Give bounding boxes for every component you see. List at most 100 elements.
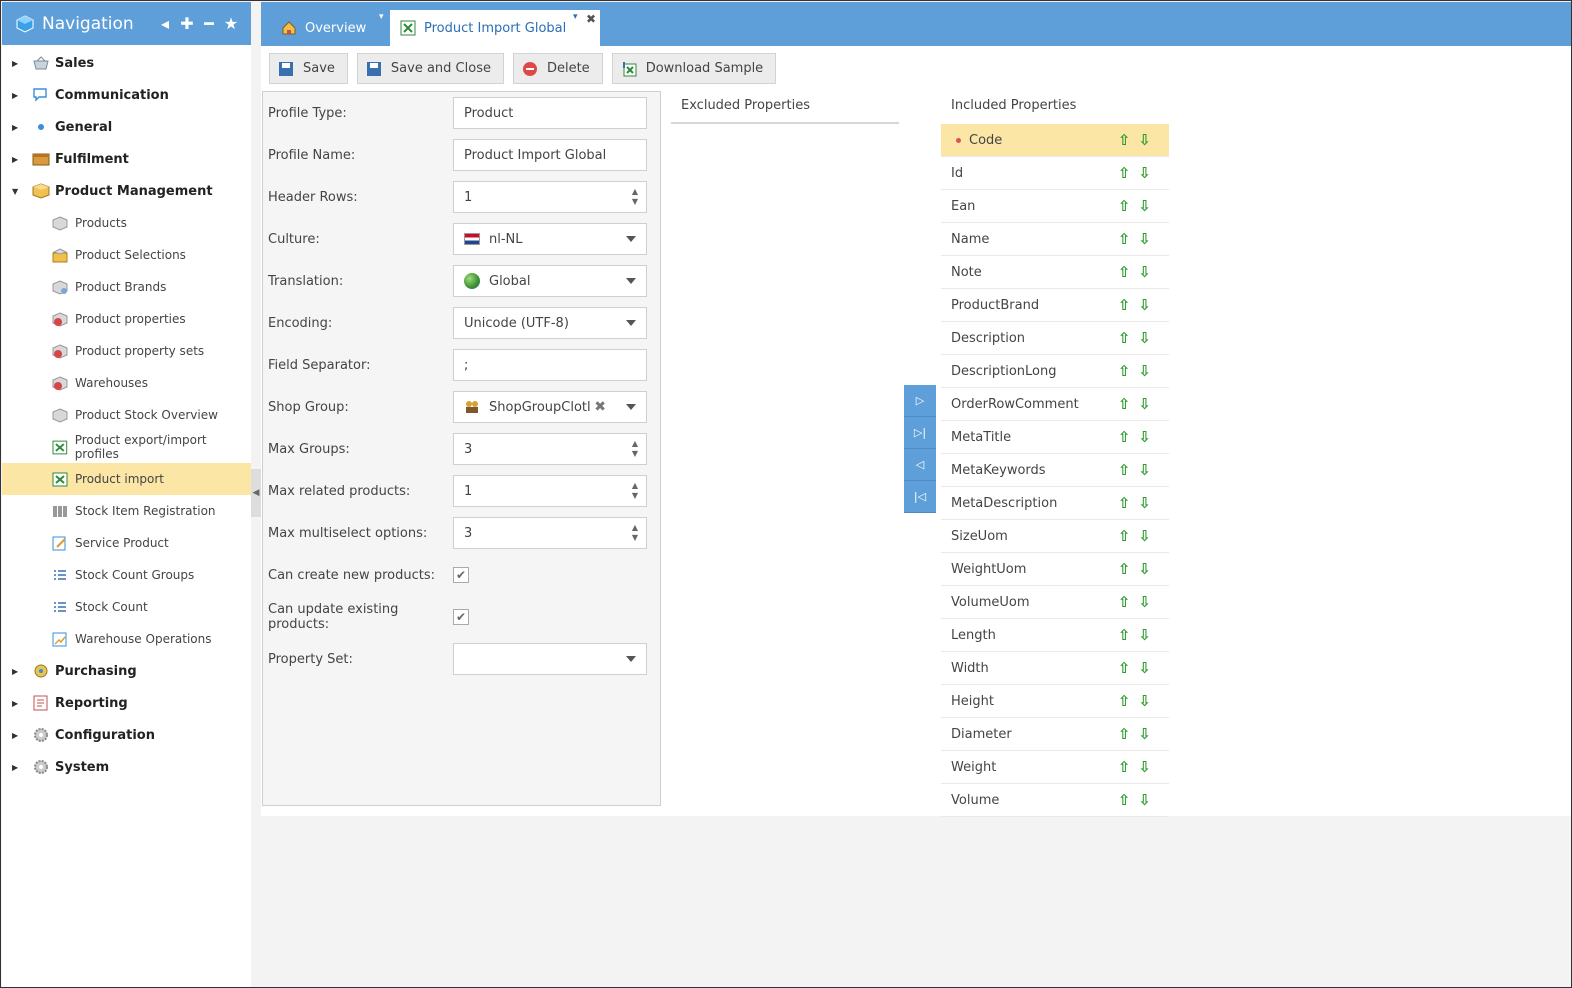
included-property-row[interactable]: Length ⇧ ⇩ bbox=[941, 619, 1169, 652]
property-set-select[interactable] bbox=[453, 643, 647, 675]
encoding-select[interactable]: Unicode (UTF-8) bbox=[453, 307, 647, 339]
spinner-icon[interactable]: ▲ ▼ bbox=[632, 439, 638, 459]
move-down-icon[interactable]: ⇩ bbox=[1138, 265, 1151, 280]
included-property-row[interactable]: Weight ⇧ ⇩ bbox=[941, 751, 1169, 784]
nav-item-warehouses[interactable]: Warehouses bbox=[2, 367, 251, 399]
translation-select[interactable]: Global bbox=[453, 265, 647, 297]
nav-item-product-property-sets[interactable]: Product property sets bbox=[2, 335, 251, 367]
move-down-icon[interactable]: ⇩ bbox=[1138, 628, 1151, 643]
move-down-icon[interactable]: ⇩ bbox=[1138, 364, 1151, 379]
included-property-row[interactable]: Height ⇧ ⇩ bbox=[941, 685, 1169, 718]
move-up-icon[interactable]: ⇧ bbox=[1118, 793, 1131, 808]
excluded-properties-list[interactable] bbox=[671, 122, 899, 124]
move-up-icon[interactable]: ⇧ bbox=[1118, 760, 1131, 775]
included-property-row[interactable]: VolumeUom ⇧ ⇩ bbox=[941, 586, 1169, 619]
move-down-icon[interactable]: ⇩ bbox=[1138, 661, 1151, 676]
move-up-icon[interactable]: ⇧ bbox=[1118, 166, 1131, 181]
nav-group-system[interactable]: ▶ System bbox=[2, 751, 251, 783]
move-up-icon[interactable]: ⇧ bbox=[1118, 727, 1131, 742]
move-up-icon[interactable]: ⇧ bbox=[1118, 397, 1131, 412]
move-up-icon[interactable]: ⇧ bbox=[1118, 496, 1131, 511]
move-left-button[interactable]: ◁ bbox=[904, 449, 936, 481]
included-property-row[interactable]: DescriptionLong ⇧ ⇩ bbox=[941, 355, 1169, 388]
nav-item-stock-item-registration[interactable]: Stock Item Registration bbox=[2, 495, 251, 527]
move-down-icon[interactable]: ⇩ bbox=[1138, 595, 1151, 610]
nav-group-general[interactable]: ▶ General bbox=[2, 111, 251, 143]
move-down-icon[interactable]: ⇩ bbox=[1138, 463, 1151, 478]
save-button[interactable]: Save bbox=[269, 53, 348, 84]
included-property-row[interactable]: Width ⇧ ⇩ bbox=[941, 652, 1169, 685]
move-up-icon[interactable]: ⇧ bbox=[1118, 661, 1131, 676]
dropdown-arrow-icon[interactable] bbox=[626, 320, 636, 326]
spinner-icon[interactable]: ▲ ▼ bbox=[632, 187, 638, 207]
collapse-left-icon[interactable]: ◂ bbox=[157, 14, 173, 33]
nav-item-product-stock-overview[interactable]: Product Stock Overview bbox=[2, 399, 251, 431]
move-up-icon[interactable]: ⇧ bbox=[1118, 133, 1131, 148]
move-all-left-button[interactable]: |◁ bbox=[904, 481, 936, 513]
move-up-icon[interactable]: ⇧ bbox=[1118, 463, 1131, 478]
move-all-right-button[interactable]: ▷| bbox=[904, 417, 936, 449]
move-up-icon[interactable]: ⇧ bbox=[1118, 595, 1131, 610]
can-update-checkbox[interactable]: ✔ bbox=[453, 609, 469, 625]
move-up-icon[interactable]: ⇧ bbox=[1118, 265, 1131, 280]
included-property-row[interactable]: Ean ⇧ ⇩ bbox=[941, 190, 1169, 223]
move-down-icon[interactable]: ⇩ bbox=[1138, 562, 1151, 577]
move-up-icon[interactable]: ⇧ bbox=[1118, 298, 1131, 313]
save-and-close-button[interactable]: Save and Close bbox=[356, 53, 504, 84]
move-down-icon[interactable]: ⇩ bbox=[1138, 760, 1151, 775]
move-up-icon[interactable]: ⇧ bbox=[1118, 628, 1131, 643]
included-property-row[interactable]: Note ⇧ ⇩ bbox=[941, 256, 1169, 289]
move-up-icon[interactable]: ⇧ bbox=[1118, 529, 1131, 544]
close-icon[interactable]: ✖ bbox=[586, 12, 596, 26]
included-property-row[interactable]: MetaDescription ⇧ ⇩ bbox=[941, 487, 1169, 520]
move-up-icon[interactable]: ⇧ bbox=[1118, 562, 1131, 577]
plus-icon[interactable]: ✚ bbox=[179, 14, 195, 33]
included-property-row[interactable]: Id ⇧ ⇩ bbox=[941, 157, 1169, 190]
nav-item-products[interactable]: Products bbox=[2, 207, 251, 239]
included-property-row[interactable]: Code ⇧ ⇩ bbox=[941, 124, 1169, 157]
nav-item-product-brands[interactable]: Product Brands bbox=[2, 271, 251, 303]
nav-group-purchasing[interactable]: ▶ Purchasing bbox=[2, 655, 251, 687]
included-property-row[interactable]: Description ⇧ ⇩ bbox=[941, 322, 1169, 355]
dropdown-arrow-icon[interactable] bbox=[626, 656, 636, 662]
move-down-icon[interactable]: ⇩ bbox=[1138, 166, 1151, 181]
nav-item-warehouse-operations[interactable]: Warehouse Operations bbox=[2, 623, 251, 655]
shop-group-select[interactable]: ShopGroupClotl ✖ bbox=[453, 391, 647, 423]
nav-group-reporting[interactable]: ▶ Reporting bbox=[2, 687, 251, 719]
included-property-row[interactable]: ProductBrand ⇧ ⇩ bbox=[941, 289, 1169, 322]
dropdown-arrow-icon[interactable] bbox=[626, 404, 636, 410]
move-up-icon[interactable]: ⇧ bbox=[1118, 694, 1131, 709]
nav-group-configuration[interactable]: ▶ Configuration bbox=[2, 719, 251, 751]
included-property-row[interactable]: Diameter ⇧ ⇩ bbox=[941, 718, 1169, 751]
included-property-row[interactable]: Name ⇧ ⇩ bbox=[941, 223, 1169, 256]
spinner-icon[interactable]: ▲ ▼ bbox=[632, 523, 638, 543]
clear-icon[interactable]: ✖ bbox=[594, 399, 606, 415]
nav-group-communication[interactable]: ▶ Communication bbox=[2, 79, 251, 111]
max-groups-stepper[interactable]: 3 ▲ ▼ bbox=[453, 433, 647, 465]
nav-group-product-management[interactable]: ▼ Product Management bbox=[2, 175, 251, 207]
nav-item-product-import[interactable]: Product import bbox=[2, 463, 251, 495]
nav-item-stock-count-groups[interactable]: Stock Count Groups bbox=[2, 559, 251, 591]
tab-menu-icon[interactable]: ▾ bbox=[573, 12, 578, 22]
move-up-icon[interactable]: ⇧ bbox=[1118, 199, 1131, 214]
tab-product-import-global[interactable]: Product Import Global ▾ ✖ bbox=[390, 10, 600, 46]
minus-icon[interactable]: ━ bbox=[201, 14, 217, 33]
included-property-row[interactable]: MetaTitle ⇧ ⇩ bbox=[941, 421, 1169, 454]
move-down-icon[interactable]: ⇩ bbox=[1138, 331, 1151, 346]
download-sample-button[interactable]: Download Sample bbox=[611, 53, 777, 84]
tab-overview[interactable]: Overview ▾ bbox=[271, 10, 397, 46]
dropdown-arrow-icon[interactable] bbox=[626, 278, 636, 284]
included-property-row[interactable]: SizeUom ⇧ ⇩ bbox=[941, 520, 1169, 553]
move-down-icon[interactable]: ⇩ bbox=[1138, 727, 1151, 742]
can-create-checkbox[interactable]: ✔ bbox=[453, 567, 469, 583]
nav-group-fulfilment[interactable]: ▶ Fulfilment bbox=[2, 143, 251, 175]
move-right-button[interactable]: ▷ bbox=[904, 385, 936, 417]
move-down-icon[interactable]: ⇩ bbox=[1138, 793, 1151, 808]
delete-button[interactable]: Delete bbox=[512, 53, 603, 84]
nav-group-sales[interactable]: ▶ Sales bbox=[2, 47, 251, 79]
nav-item-product-selections[interactable]: Product Selections bbox=[2, 239, 251, 271]
move-down-icon[interactable]: ⇩ bbox=[1138, 199, 1151, 214]
included-property-row[interactable]: MetaKeywords ⇧ ⇩ bbox=[941, 454, 1169, 487]
included-property-row[interactable]: OrderRowComment ⇧ ⇩ bbox=[941, 388, 1169, 421]
dropdown-arrow-icon[interactable] bbox=[626, 236, 636, 242]
